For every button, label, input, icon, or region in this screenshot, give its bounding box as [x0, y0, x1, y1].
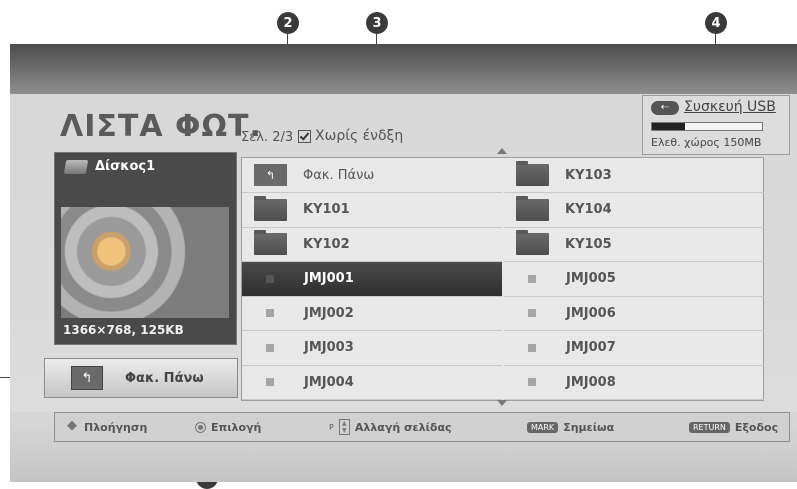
item-label: KY101 [303, 202, 350, 217]
folder-up-icon: ↰ [71, 366, 103, 390]
folder-item[interactable]: KY105 [504, 227, 764, 262]
photo-file-icon [528, 274, 536, 283]
item-label: JMJ007 [566, 340, 616, 355]
page-key-letter: P [329, 422, 334, 432]
photo-file-icon [266, 343, 274, 352]
page-key-icon: ▲ ▼ [338, 419, 350, 435]
file-item[interactable]: JMJ004 [242, 365, 502, 400]
drive-label-row: Δίσκος1 [63, 159, 156, 174]
folder-item[interactable]: KY102 [242, 227, 502, 262]
photo-file-icon [528, 378, 536, 386]
folder-icon [254, 195, 287, 221]
usb-usage-fill [652, 123, 685, 130]
file-item[interactable]: JMJ002 [242, 296, 502, 331]
folder-item[interactable]: KY104 [504, 193, 764, 228]
drive-icon [63, 159, 89, 174]
photo-file-icon [266, 309, 274, 317]
photo-file-icon [528, 309, 536, 317]
mark-key-icon: MARK [527, 421, 559, 433]
usb-device-panel[interactable]: ⇠ Συσκευή USB Ελεθ. χώρος 150MB [642, 95, 790, 155]
dpad-icon [67, 418, 79, 433]
item-label: JMJ005 [566, 271, 616, 286]
photo-info: 1366×768, 125KB [63, 323, 184, 337]
file-item[interactable]: JMJ008 [504, 365, 764, 400]
checkbox-icon [298, 129, 311, 143]
guide-page-label: Αλλαγή σελίδας [354, 420, 452, 434]
file-item[interactable]: JMJ003 [242, 331, 502, 366]
folder-item[interactable]: KY101 [242, 193, 502, 228]
scroll-up-icon[interactable] [497, 148, 507, 154]
item-label: KY102 [303, 236, 350, 252]
item-label: JMJ002 [304, 305, 354, 321]
usb-device-label: Συσκευή USB [684, 99, 776, 115]
photo-thumbnail [61, 207, 229, 318]
callout-2: 2 [277, 12, 299, 34]
item-label: JMJ001 [304, 271, 354, 286]
item-label: KY104 [565, 202, 612, 217]
file-item[interactable]: JMJ005 [504, 262, 764, 297]
return-key-icon: RETURN [689, 421, 730, 433]
page-indicator: Σελ. 2/3 [241, 130, 294, 145]
folder-up-item[interactable]: ↰ Φακ. Πάνω [242, 158, 502, 193]
folder-icon [516, 230, 549, 255]
folder-icon [516, 161, 549, 186]
guide-select-label: Επιλογή [211, 420, 262, 434]
drive-name: Δίσκος1 [95, 159, 156, 174]
guide-navigate-label: Πλοήγηση [84, 420, 148, 434]
no-link-label: Χωρίς ένδξη [315, 128, 404, 144]
top-band [10, 44, 797, 94]
no-link-toggle[interactable]: Χωρίς ένδξη [298, 128, 403, 144]
scroll-down-icon[interactable] [497, 400, 507, 406]
folder-icon [254, 230, 287, 255]
callout-3: 3 [366, 12, 388, 34]
item-label: KY105 [565, 236, 612, 252]
tv-screen: ΛΙΣΤΑ ΦΩΤ. Σελ. 2/3 Χωρίς ένδξη ⇠ Συσκευ… [10, 44, 797, 482]
preview-panel: Δίσκος1 1366×768, 125KB [54, 152, 237, 345]
guide-exit-label: Εξοδος [734, 420, 779, 434]
item-label: JMJ008 [566, 374, 616, 390]
guide-exit: RETURN Εξοδος [689, 421, 778, 434]
usb-free-space: Ελεθ. χώρος 150MB [651, 136, 762, 149]
folder-up-button[interactable]: ↰ Φακ. Πάνω [44, 358, 238, 398]
file-list: ↰ Φακ. Πάνω KY101 KY102 JMJ001 JMJ002 JMJ003 JM… [241, 157, 764, 401]
ok-button-icon [195, 421, 206, 433]
usb-icon: ⇠ [651, 101, 679, 115]
guide-page: P ▲ ▼ Αλλαγή σελίδας [329, 419, 452, 435]
folder-up-icon: ↰ [254, 164, 287, 186]
photo-file-icon [266, 378, 274, 386]
usb-usage-bar [651, 122, 763, 131]
page-title: ΛΙΣΤΑ ΦΩΤ. [60, 109, 262, 144]
file-item[interactable]: JMJ006 [504, 296, 764, 331]
item-label: JMJ004 [304, 374, 354, 390]
photo-file-icon [528, 343, 536, 352]
guide-mark: MARK Σημείωα [527, 421, 614, 434]
item-label: KY103 [565, 167, 612, 183]
item-label: JMJ003 [304, 340, 354, 355]
key-guide-bar: Πλοήγηση Επιλογή P ▲▼ Αλλαγή σελίδας MAR… [54, 412, 790, 442]
file-item[interactable]: JMJ001 [242, 261, 502, 297]
folder-up-label: Φακ. Πάνω [125, 370, 204, 386]
guide-mark-label: Σημείωα [563, 420, 615, 434]
item-label: Φακ. Πάνω [303, 167, 375, 183]
photo-file-icon [266, 274, 274, 283]
folder-icon [516, 195, 549, 221]
callout-4: 4 [705, 12, 727, 34]
item-label: JMJ006 [566, 305, 616, 321]
guide-navigate: Πλοήγηση [67, 418, 148, 434]
guide-select: Επιλογή [195, 421, 261, 434]
file-item[interactable]: JMJ007 [504, 331, 764, 366]
folder-item[interactable]: KY103 [504, 158, 764, 193]
